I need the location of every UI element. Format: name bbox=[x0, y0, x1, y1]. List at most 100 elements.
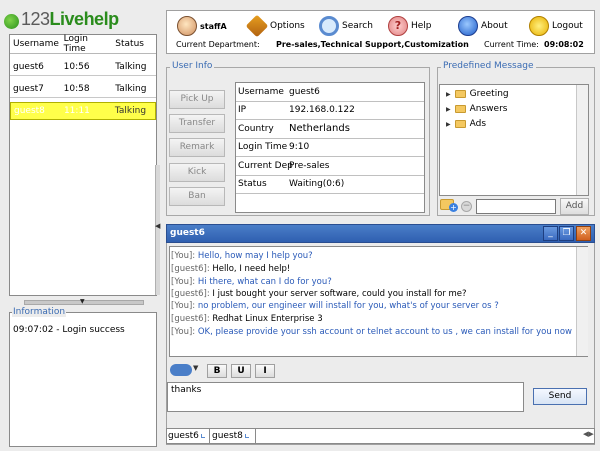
remark-button[interactable]: Remark bbox=[169, 138, 225, 157]
logo-dot-icon bbox=[4, 13, 19, 29]
field-value: Pre-sales bbox=[289, 160, 330, 171]
field-key: Status bbox=[238, 179, 267, 190]
splitter-arrow-down-icon[interactable]: ▼ bbox=[80, 298, 85, 305]
tree-item-label: Greeting bbox=[469, 89, 509, 99]
underline-button[interactable]: U bbox=[231, 364, 251, 378]
department-value: Pre-sales,Technical Support,Customizatio… bbox=[276, 40, 471, 49]
predefined-message-input[interactable] bbox=[476, 199, 556, 214]
close-button[interactable]: ✕ bbox=[576, 226, 591, 241]
current-time-value: 09:08:02 bbox=[544, 40, 584, 49]
information-log: 09:07:02 - Login success bbox=[13, 325, 125, 335]
folder-icon bbox=[454, 105, 466, 113]
logo-prefix: 123 bbox=[21, 8, 50, 29]
transfer-button[interactable]: Transfer bbox=[169, 114, 225, 133]
collapse-left-icon[interactable]: ◀ bbox=[155, 222, 161, 230]
tree-item-ads[interactable]: ▶ Ads bbox=[446, 119, 486, 129]
header-status[interactable]: Status bbox=[112, 39, 156, 49]
session-tab-guest6[interactable]: guest6 bbox=[167, 429, 210, 443]
restore-button[interactable]: ❐ bbox=[559, 226, 574, 241]
field-value: Netherlands bbox=[289, 123, 350, 135]
kick-button[interactable]: Kick bbox=[169, 163, 225, 182]
message-sender: [You]: bbox=[171, 251, 196, 261]
tree-item-greeting[interactable]: ▶ Greeting bbox=[446, 89, 509, 99]
predefined-tree-scrollbar[interactable] bbox=[576, 85, 588, 195]
app-logo: 123 Livehelp bbox=[4, 4, 164, 34]
chat-message: [guest6]: I just bought your server soft… bbox=[171, 289, 467, 299]
tree-item-answers[interactable]: ▶ Answers bbox=[446, 104, 507, 114]
information-title: Information bbox=[12, 307, 67, 317]
about-button[interactable]: About bbox=[458, 15, 508, 37]
message-text: Hi there, what can I do for you? bbox=[197, 277, 332, 287]
logout-label: Logout bbox=[552, 21, 583, 31]
pick-up-button[interactable]: Pick Up bbox=[169, 90, 225, 109]
ban-button[interactable]: Ban bbox=[169, 187, 225, 206]
field-value: 9:10 bbox=[289, 142, 310, 153]
minimize-button[interactable]: _ bbox=[543, 226, 558, 241]
expand-arrow-icon[interactable]: ▶ bbox=[446, 106, 451, 113]
field-country: Country Netherlands bbox=[236, 120, 424, 139]
minus-icon[interactable]: − bbox=[461, 201, 472, 212]
tree-item-label: Ads bbox=[469, 119, 487, 129]
message-sender: [guest6]: bbox=[171, 314, 210, 324]
message-sender: [You]: bbox=[171, 327, 196, 337]
italic-button[interactable]: I bbox=[255, 364, 275, 378]
options-label: Options bbox=[270, 21, 305, 31]
header-username[interactable]: Username bbox=[10, 39, 61, 49]
guest-username: guest8 bbox=[14, 106, 45, 116]
expand-arrow-icon[interactable]: ▶ bbox=[446, 91, 451, 98]
guest-row-guest6[interactable]: guest6 10:56 Talking bbox=[10, 58, 156, 76]
session-tab-guest8[interactable]: guest8 bbox=[211, 429, 256, 443]
vertical-splitter[interactable] bbox=[155, 165, 160, 295]
field-ip: IP 192.168.0.122 bbox=[236, 102, 424, 120]
chat-message: [guest6]: Redhat Linux Enterprise 3 bbox=[171, 314, 323, 324]
guest-username: guest6 bbox=[13, 61, 44, 72]
emoticon-icon[interactable] bbox=[170, 364, 192, 376]
search-icon bbox=[319, 16, 339, 36]
session-tab-label: guest8 bbox=[212, 431, 243, 441]
field-value: 192.168.0.122 bbox=[289, 105, 355, 116]
logout-button[interactable]: Logout bbox=[529, 15, 583, 37]
compose-input[interactable] bbox=[167, 382, 524, 412]
help-label: Help bbox=[411, 21, 432, 31]
guest-status: Talking bbox=[115, 83, 147, 94]
help-icon: ? bbox=[388, 16, 408, 36]
add-button[interactable]: Add bbox=[560, 198, 589, 215]
guest-list-header: Username Login Time Status bbox=[10, 34, 156, 54]
chat-message: [You]: Hello, how may I help you? bbox=[171, 251, 313, 261]
logo-suffix: Livehelp bbox=[49, 8, 120, 29]
header-login-time[interactable]: Login Time bbox=[61, 34, 113, 54]
plus-icon[interactable]: + bbox=[449, 203, 458, 212]
chat-title-bar[interactable] bbox=[166, 224, 595, 243]
guest-list-table: Username Login Time Status guest6 10:56 … bbox=[9, 34, 157, 296]
folder-icon bbox=[454, 120, 466, 128]
chat-title: guest6 bbox=[170, 228, 205, 238]
send-button[interactable]: Send bbox=[533, 388, 587, 405]
message-text: Hello, I need help! bbox=[212, 264, 291, 274]
field-status: Status Waiting(0:6) bbox=[236, 176, 424, 194]
search-label: Search bbox=[342, 21, 373, 31]
options-button[interactable]: Options bbox=[245, 14, 305, 38]
bold-button[interactable]: B bbox=[207, 364, 227, 378]
guest-status: Talking bbox=[115, 61, 147, 72]
field-key: Username bbox=[238, 86, 284, 97]
compose-text[interactable]: thanks bbox=[171, 385, 201, 395]
field-key: IP bbox=[238, 105, 247, 116]
expand-arrow-icon[interactable]: ▶ bbox=[446, 121, 451, 128]
guest-login-time: 10:58 bbox=[63, 83, 90, 94]
message-sender: [You]: bbox=[171, 301, 196, 311]
search-button[interactable]: Search bbox=[319, 15, 373, 37]
guest-row-guest8[interactable]: guest8 11:11 Talking bbox=[10, 102, 156, 120]
field-current-dep: Current Dep Pre-sales bbox=[236, 157, 424, 176]
guest-login-time: 11:11 bbox=[63, 106, 90, 116]
staff-button[interactable]: staffA bbox=[177, 15, 227, 37]
tree-item-label: Answers bbox=[469, 104, 508, 114]
help-button[interactable]: ? Help bbox=[388, 15, 432, 37]
message-text: Hello, how may I help you? bbox=[197, 251, 313, 261]
field-login-time: Login Time 9:10 bbox=[236, 139, 424, 157]
message-sender: [guest6]: bbox=[171, 264, 210, 274]
chat-log-scrollbar[interactable] bbox=[576, 247, 588, 356]
emoticon-dropdown-icon[interactable]: ▼ bbox=[193, 364, 198, 372]
tabs-scroll-icon[interactable]: ◀▶ bbox=[583, 430, 594, 438]
guest-row-guest7[interactable]: guest7 10:58 Talking bbox=[10, 80, 156, 98]
department-label: Current Department: bbox=[176, 40, 260, 49]
